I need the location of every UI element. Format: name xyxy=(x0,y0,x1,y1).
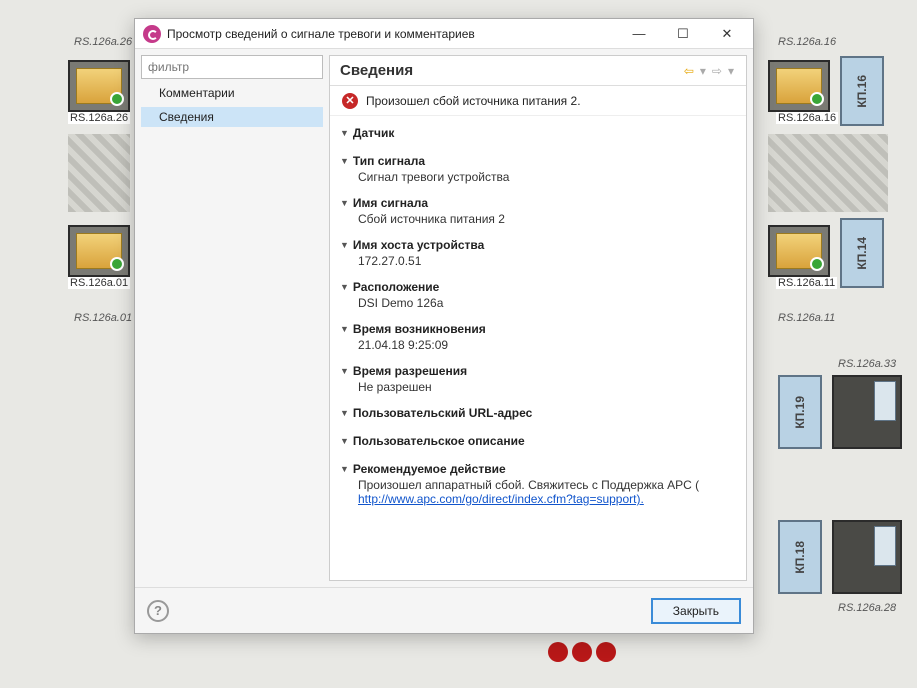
kp-tile: КП.18 xyxy=(778,520,822,594)
rack-sublabel: RS.126a.01 xyxy=(74,312,132,324)
section-signal-type[interactable]: ▼Тип сигнала xyxy=(340,154,736,168)
signal-type-value: Сигнал тревоги устройства xyxy=(340,168,736,190)
app-icon xyxy=(143,25,161,43)
kp-tile: КП.19 xyxy=(778,375,822,449)
section-user-url[interactable]: ▼Пользовательский URL-адрес xyxy=(340,406,736,420)
recommended-value: Произошел аппаратный сбой. Свяжитесь с П… xyxy=(340,476,736,512)
rack-sublabel: RS.126a.33 xyxy=(838,358,896,370)
rack-label: RS.126a.26 xyxy=(68,112,130,124)
prev-arrow-icon[interactable]: ⇦ xyxy=(682,62,696,80)
rack-sublabel: RS.126a.26 xyxy=(74,36,132,48)
rack-tile xyxy=(768,60,830,112)
signal-name-value: Сбой источника питания 2 xyxy=(340,210,736,232)
section-recommended[interactable]: ▼Рекомендуемое действие xyxy=(340,462,736,476)
caret-icon: ▼ xyxy=(340,282,349,292)
caret-icon: ▼ xyxy=(340,324,349,334)
alert-row: ✕ Произошел сбой источника питания 2. xyxy=(330,86,746,116)
support-link[interactable]: http://www.apc.com/go/direct/index.cfm?t… xyxy=(358,492,644,506)
caret-icon: ▼ xyxy=(340,464,349,474)
section-signal-name[interactable]: ▼Имя сигнала xyxy=(340,196,736,210)
rack-sublabel: RS.126a.16 xyxy=(778,36,836,48)
next-arrow-icon[interactable]: ⇨ xyxy=(710,62,724,80)
close-window-button[interactable]: ✕ xyxy=(705,20,749,48)
caret-icon: ▼ xyxy=(340,156,349,166)
caret-icon: ▼ xyxy=(340,436,349,446)
maximize-button[interactable]: ☐ xyxy=(661,20,705,48)
next-arrow-dropdown-icon[interactable]: ▾ xyxy=(726,62,736,80)
sidebar: Комментарии Сведения xyxy=(141,55,323,581)
rack-label: RS.126a.16 xyxy=(776,112,838,124)
rack-label: RS.126a.11 xyxy=(776,277,837,289)
nav-comments[interactable]: Комментарии xyxy=(141,83,323,103)
error-icon: ✕ xyxy=(342,93,358,109)
hatch-area xyxy=(768,134,888,212)
help-icon[interactable]: ? xyxy=(147,600,169,622)
section-sensor[interactable]: ▼Датчик xyxy=(340,126,736,140)
dialog-footer: ? Закрыть xyxy=(135,587,753,633)
section-occur-time[interactable]: ▼Время возникновения xyxy=(340,322,736,336)
status-dot xyxy=(596,642,616,662)
close-button[interactable]: Закрыть xyxy=(651,598,741,624)
caret-icon: ▼ xyxy=(340,240,349,250)
kp-tile: КП.14 xyxy=(840,218,884,288)
window-title: Просмотр сведений о сигнале тревоги и ко… xyxy=(167,27,617,41)
nav-details[interactable]: Сведения xyxy=(141,107,323,127)
rack-sublabel: RS.126a.11 xyxy=(778,312,835,324)
rack-sublabel: RS.126a.28 xyxy=(838,602,896,614)
section-user-desc[interactable]: ▼Пользовательское описание xyxy=(340,434,736,448)
caret-icon: ▼ xyxy=(340,198,349,208)
dark-rack xyxy=(832,520,902,594)
rack-label: RS.126a.01 xyxy=(68,277,130,289)
section-host-name[interactable]: ▼Имя хоста устройства xyxy=(340,238,736,252)
caret-icon: ▼ xyxy=(340,366,349,376)
location-value: DSI Demo 126a xyxy=(340,294,736,316)
titlebar: Просмотр сведений о сигнале тревоги и ко… xyxy=(135,19,753,49)
panel-title: Сведения xyxy=(340,62,682,79)
section-resolve-time[interactable]: ▼Время разрешения xyxy=(340,364,736,378)
prev-arrow-dropdown-icon[interactable]: ▾ xyxy=(698,62,708,80)
details-panel: Сведения ⇦ ▾ ⇨ ▾ ✕ Произошел сбой источн… xyxy=(329,55,747,581)
status-dot xyxy=(548,642,568,662)
minimize-button[interactable]: — xyxy=(617,20,661,48)
host-name-value: 172.27.0.51 xyxy=(340,252,736,274)
hatch-area xyxy=(68,134,130,212)
occur-time-value: 21.04.18 9:25:09 xyxy=(340,336,736,358)
kp-tile: КП.16 xyxy=(840,56,884,126)
details-scroll[interactable]: ▼Датчик ▼Тип сигнала Сигнал тревоги устр… xyxy=(330,116,746,580)
section-location[interactable]: ▼Расположение xyxy=(340,280,736,294)
dark-rack xyxy=(832,375,902,449)
alarm-details-dialog: Просмотр сведений о сигнале тревоги и ко… xyxy=(134,18,754,634)
filter-input[interactable] xyxy=(141,55,323,79)
caret-icon: ▼ xyxy=(340,408,349,418)
rack-tile xyxy=(768,225,830,277)
status-dot xyxy=(572,642,592,662)
resolve-time-value: Не разрешен xyxy=(340,378,736,400)
rack-tile xyxy=(68,60,130,112)
rack-tile xyxy=(68,225,130,277)
alert-message: Произошел сбой источника питания 2. xyxy=(366,94,581,108)
caret-icon: ▼ xyxy=(340,128,349,138)
